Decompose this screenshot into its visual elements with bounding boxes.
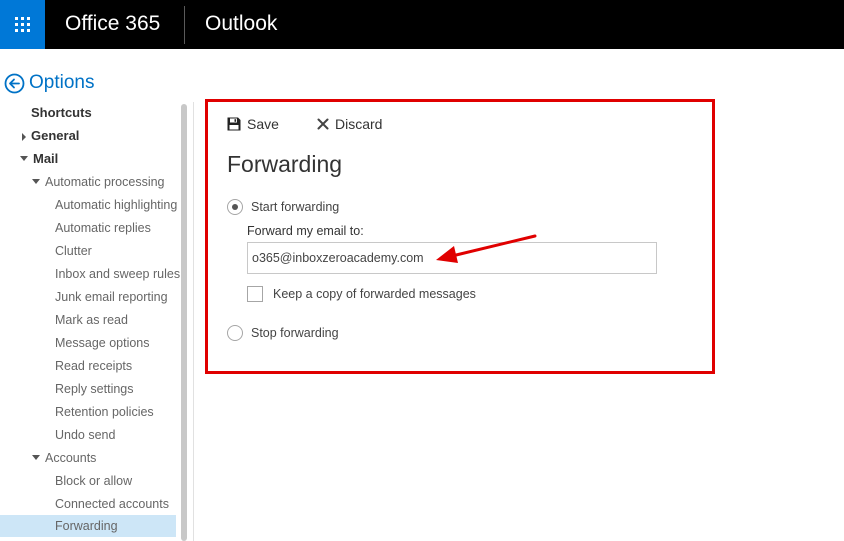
- sidebar-item-label: Inbox and sweep rules: [55, 267, 181, 281]
- sidebar-item-label: Connected accounts: [55, 497, 169, 511]
- start-forwarding-label: Start forwarding: [251, 200, 340, 214]
- sidebar-item-label: Automatic highlighting: [55, 198, 178, 212]
- sidebar-item-label: Undo send: [55, 428, 116, 442]
- header-divider: [184, 6, 185, 44]
- sidebar-item-reply-settings[interactable]: Reply settings: [55, 378, 134, 400]
- sidebar-item-label: Automatic replies: [55, 221, 151, 235]
- discard-label: Discard: [335, 116, 383, 132]
- sidebar-item-label: Shortcuts: [31, 105, 92, 120]
- sidebar-item-general[interactable]: General: [22, 125, 79, 147]
- sidebar-item-undo-send[interactable]: Undo send: [55, 424, 115, 446]
- sidebar-item-retention-policies[interactable]: Retention policies: [55, 401, 154, 423]
- keep-copy-checkbox-row[interactable]: Keep a copy of forwarded messages: [247, 286, 476, 302]
- sidebar-item-automatic-processing[interactable]: Automatic processing: [32, 171, 165, 193]
- sidebar-item-label: Junk email reporting: [55, 290, 168, 304]
- sidebar-item-connected-accounts[interactable]: Connected accounts: [55, 493, 169, 515]
- brand-title[interactable]: Office 365: [65, 12, 160, 36]
- back-arrow-circle-icon: [4, 73, 25, 93]
- forward-to-label: Forward my email to:: [247, 224, 364, 238]
- collapse-caret-icon[interactable]: [32, 455, 40, 461]
- options-title: Options: [29, 72, 95, 93]
- sidebar-item-label: Retention policies: [55, 405, 154, 419]
- pane-divider: [193, 102, 194, 541]
- sidebar-item-accounts[interactable]: Accounts: [32, 447, 96, 469]
- expand-caret-icon[interactable]: [22, 132, 26, 141]
- keep-copy-checkbox[interactable]: [247, 286, 263, 302]
- sidebar-item-automatic-replies[interactable]: Automatic replies: [55, 217, 151, 239]
- radio-selected-icon[interactable]: [227, 199, 243, 215]
- sidebar-item-label: General: [31, 128, 80, 143]
- sidebar-item-mark-as-read[interactable]: Mark as read: [55, 309, 128, 331]
- sidebar-item-read-receipts[interactable]: Read receipts: [55, 355, 132, 377]
- save-button[interactable]: Save: [227, 116, 279, 132]
- close-icon: [317, 118, 329, 130]
- sidebar-item-mail[interactable]: Mail: [20, 148, 58, 170]
- radio-unselected-icon[interactable]: [227, 325, 243, 341]
- sidebar-item-label: Automatic processing: [45, 175, 165, 189]
- sidebar-item-clutter[interactable]: Clutter: [55, 240, 92, 262]
- sidebar-item-label: Block or allow: [55, 474, 133, 488]
- keep-copy-label: Keep a copy of forwarded messages: [273, 287, 476, 301]
- sidebar-item-forwarding[interactable]: Forwarding: [0, 515, 176, 537]
- sidebar-item-label: Accounts: [45, 451, 97, 465]
- sidebar-item-shortcuts[interactable]: Shortcuts: [31, 102, 92, 124]
- sidebar-item-label: Clutter: [55, 244, 92, 258]
- sidebar-item-block-or-allow[interactable]: Block or allow: [55, 470, 132, 492]
- options-back-button[interactable]: Options: [4, 72, 94, 94]
- options-sidebar: Shortcuts General Mail Automatic process…: [0, 102, 186, 541]
- page-title: Forwarding: [227, 151, 343, 177]
- collapse-caret-icon[interactable]: [32, 179, 40, 185]
- save-disk-icon: [227, 117, 241, 131]
- app-name[interactable]: Outlook: [205, 12, 277, 36]
- annotation-arrow-icon: [436, 234, 537, 263]
- start-forwarding-radio[interactable]: Start forwarding: [227, 199, 339, 215]
- top-bar: Office 365 Outlook: [0, 0, 844, 49]
- sidebar-item-message-options[interactable]: Message options: [55, 332, 150, 354]
- stop-forwarding-radio[interactable]: Stop forwarding: [227, 325, 339, 341]
- sidebar-item-automatic-highlighting[interactable]: Automatic highlighting: [55, 194, 177, 216]
- sidebar-item-label: Mark as read: [55, 313, 128, 327]
- sidebar-item-label: Forwarding: [55, 519, 118, 533]
- sidebar-item-junk-email-reporting[interactable]: Junk email reporting: [55, 286, 168, 308]
- sidebar-item-inbox-sweep-rules[interactable]: Inbox and sweep rules: [55, 263, 180, 285]
- app-launcher-icon[interactable]: [0, 0, 45, 49]
- sidebar-scrollbar-thumb[interactable]: [181, 104, 187, 541]
- sidebar-item-label: Message options: [55, 336, 150, 350]
- save-label: Save: [247, 116, 279, 132]
- collapse-caret-icon[interactable]: [20, 156, 28, 162]
- discard-button[interactable]: Discard: [317, 116, 382, 132]
- sidebar-item-label: Mail: [33, 151, 59, 166]
- sidebar-item-label: Reply settings: [55, 382, 134, 396]
- stop-forwarding-label: Stop forwarding: [251, 326, 339, 340]
- sidebar-item-label: Read receipts: [55, 359, 133, 373]
